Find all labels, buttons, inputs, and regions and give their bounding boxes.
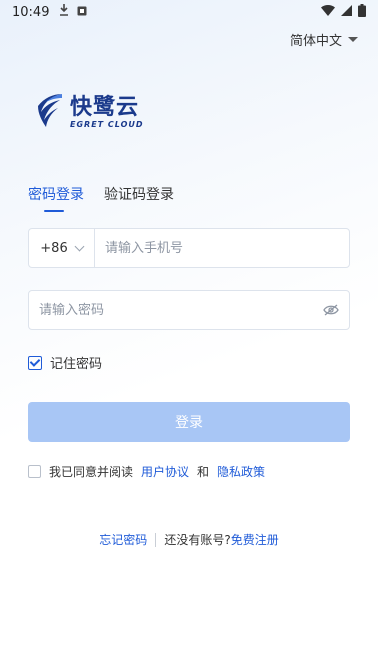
password-input[interactable] [29, 291, 313, 329]
tab-password-login[interactable]: 密码登录 [28, 184, 84, 212]
country-code-value: +86 [40, 240, 68, 256]
language-selector[interactable]: 简体中文 [290, 30, 358, 49]
brand-name-cn: 快鹭云 [70, 94, 140, 120]
login-tabs: 密码登录 验证码登录 [28, 184, 174, 212]
country-code-selector[interactable]: +86 [29, 229, 95, 267]
forgot-password-link[interactable]: 忘记密码 [99, 531, 147, 548]
phone-field: +86 [28, 228, 350, 268]
egret-bird-icon [36, 92, 64, 132]
privacy-policy-link[interactable]: 隐私政策 [217, 463, 265, 480]
battery-icon [358, 3, 366, 21]
chevron-down-icon [74, 241, 85, 252]
wifi-icon [321, 4, 335, 20]
tab-code-login[interactable]: 验证码登录 [104, 184, 174, 212]
phone-input[interactable] [95, 229, 349, 267]
brand-name-en: EGRET CLOUD [70, 119, 144, 129]
register-link[interactable]: 免费注册 [231, 531, 279, 548]
remember-password[interactable]: 记住密码 [28, 353, 102, 372]
agreement-row: 我已同意并阅读 用户协议 和 隐私政策 [28, 463, 265, 480]
remember-label: 记住密码 [50, 357, 103, 372]
no-account-text: 还没有账号? [164, 533, 231, 547]
footer-links: 忘记密码 还没有账号? 免费注册 [0, 531, 378, 548]
signal-icon [341, 4, 352, 20]
status-bar: 10:49 [0, 0, 378, 24]
agreement-prefix: 我已同意并阅读 [49, 465, 134, 479]
eye-closed-icon[interactable] [313, 291, 349, 329]
password-field [28, 290, 350, 330]
agreement-checkbox[interactable] [28, 465, 41, 478]
brand-logo: 快鹭云 EGRET CLOUD [36, 92, 144, 132]
login-button[interactable]: 登录 [28, 402, 350, 442]
user-agreement-link[interactable]: 用户协议 [141, 463, 189, 480]
agreement-and: 和 [197, 465, 210, 479]
status-time: 10:49 [12, 4, 50, 20]
divider [155, 532, 157, 547]
language-label: 简体中文 [289, 34, 342, 49]
remember-checkbox[interactable] [28, 355, 42, 370]
notification-icon [77, 5, 87, 20]
download-icon [59, 4, 69, 20]
caret-down-icon [348, 37, 358, 42]
